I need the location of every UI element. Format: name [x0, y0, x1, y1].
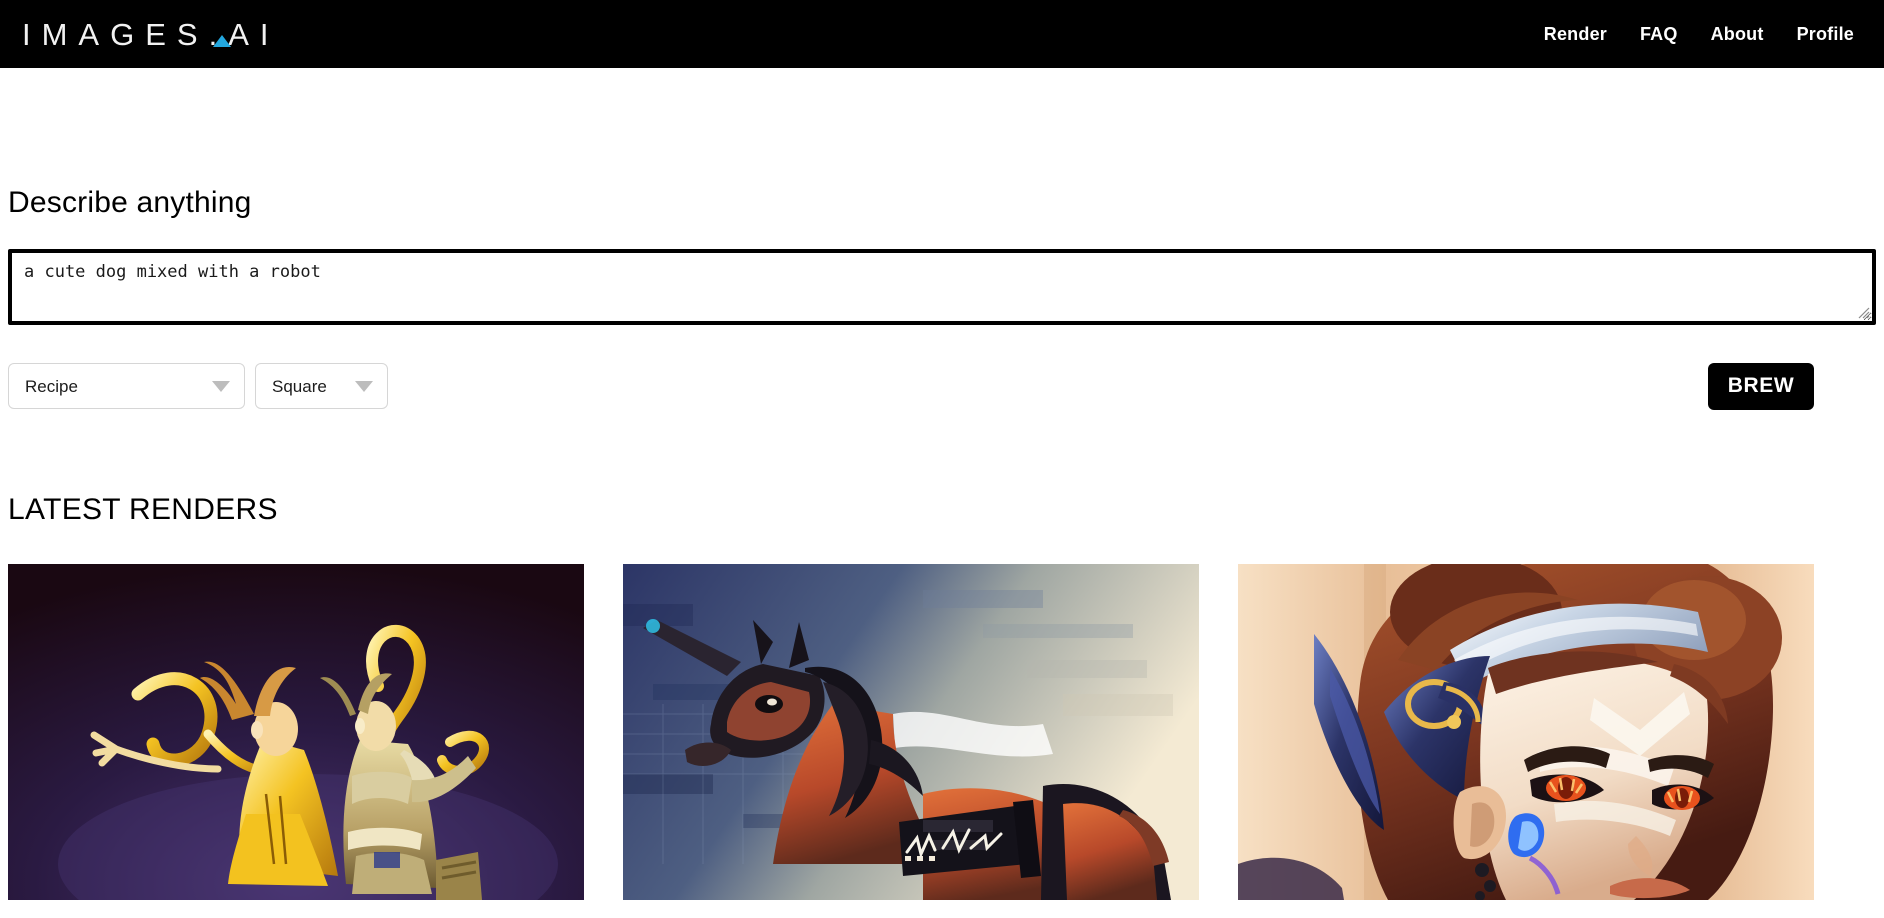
render-thumbnail-3[interactable]: [1238, 564, 1814, 900]
brand-logo[interactable]: IMAGES.AI: [22, 0, 279, 68]
nav-link-faq[interactable]: FAQ: [1640, 24, 1678, 45]
prompt-input-wrapper: [8, 249, 1876, 325]
recipe-select-value: Recipe: [25, 376, 78, 396]
latest-renders-gallery: [8, 564, 1876, 900]
logo-text: IMAGES.AI: [22, 16, 280, 52]
main-content: Describe anything Recipe Square BREW LAT…: [0, 68, 1884, 900]
prompt-textarea[interactable]: [8, 249, 1876, 325]
render-thumbnail-2[interactable]: [623, 564, 1199, 900]
controls-row: Recipe Square BREW: [8, 362, 1876, 410]
latest-renders-heading: LATEST RENDERS: [8, 493, 278, 526]
main-nav: Render FAQ About Profile: [1544, 24, 1858, 45]
brew-button[interactable]: BREW: [1708, 362, 1814, 410]
aspect-ratio-select[interactable]: Square: [255, 363, 388, 409]
render-thumbnail-1[interactable]: [8, 564, 584, 900]
chevron-down-icon: [212, 380, 230, 392]
recipe-select[interactable]: Recipe: [8, 363, 245, 409]
select-group: Recipe Square: [8, 363, 388, 409]
describe-heading: Describe anything: [8, 186, 252, 219]
nav-link-profile[interactable]: Profile: [1797, 24, 1854, 45]
logo-triangle-accent-icon: [213, 34, 232, 47]
nav-link-about[interactable]: About: [1711, 24, 1764, 45]
aspect-ratio-select-value: Square: [272, 376, 327, 396]
nav-link-render[interactable]: Render: [1544, 24, 1607, 45]
logo-wrap: IMAGES.AI: [22, 19, 279, 50]
site-header: IMAGES.AI Render FAQ About Profile: [0, 0, 1884, 68]
chevron-down-icon: [355, 380, 373, 392]
